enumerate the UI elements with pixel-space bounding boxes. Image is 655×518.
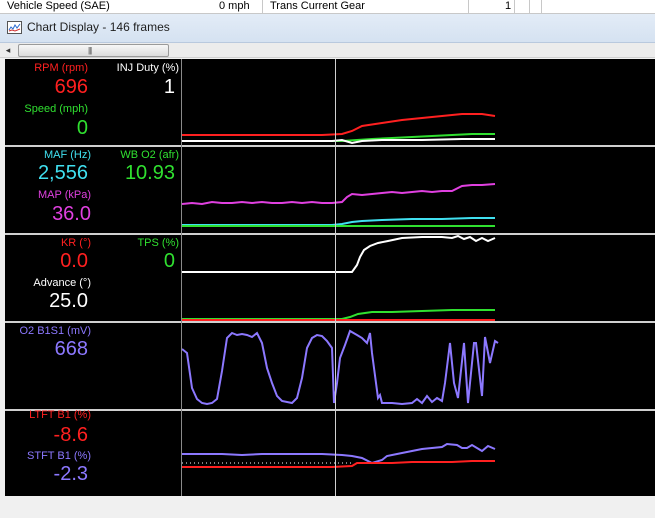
grid-cell-param-name: Vehicle Speed (SAE) <box>7 0 110 12</box>
chart-panel-kr[interactable]: KR (°) 0.0 TPS (%) 0 Advance (°) 25.0 <box>5 235 655 321</box>
panel-readouts: MAF (Hz) 2,556 WB O2 (afr) 10.93 MAP (kP… <box>5 147 182 233</box>
panel-readouts: O2 B1S1 (mV) 668 <box>5 323 182 409</box>
readout-value-wb-o2: 10.93 <box>124 162 175 184</box>
grid-divider <box>262 0 263 13</box>
title-separator: - <box>102 20 107 34</box>
grid-divider <box>468 0 469 13</box>
readout-value-map: 36.0 <box>52 203 91 225</box>
readout-label-stft-b1: STFT B1 (%) <box>27 450 91 462</box>
panel-readouts: KR (°) 0.0 TPS (%) 0 Advance (°) 25.0 <box>5 235 182 321</box>
grid-divider <box>541 0 542 13</box>
panel-plot[interactable] <box>182 235 655 321</box>
data-grid-row[interactable]: Vehicle Speed (SAE) 0 mph Trans Current … <box>0 0 655 14</box>
scroll-left-arrow-icon[interactable]: ◂ <box>0 43 16 57</box>
readout-value-rpm: 696 <box>54 76 88 98</box>
grid-cell-param-value: 1 <box>505 0 512 12</box>
readout-label-map: MAP (kPa) <box>38 189 91 201</box>
label-plot-divider <box>181 59 182 496</box>
trace-o2-b1s1 <box>182 329 499 406</box>
scroll-grip-icon: ||| <box>88 46 92 55</box>
chart-window-titlebar[interactable]: Chart Display - 146 frames <box>0 14 655 43</box>
readout-label-o2-b1s1: O2 B1S1 (mV) <box>19 325 91 337</box>
trace-ltft-b1 <box>182 460 495 468</box>
window-bottom-strip <box>0 496 655 518</box>
readout-value-kr: 0.0 <box>60 250 88 272</box>
readout-label-advance: Advance (°) <box>33 277 91 289</box>
horizontal-scrollbar[interactable]: ◂ ||| <box>0 43 655 58</box>
panel-plot[interactable] <box>182 59 655 145</box>
chart-panel-fuel-trim[interactable]: LTFT B1 (%) -8.6 STFT B1 (%) -2.3 <box>5 409 655 497</box>
readout-label-tps: TPS (%) <box>137 237 179 249</box>
panel-plot[interactable] <box>182 411 655 497</box>
window-title: Chart Display - 146 frames <box>27 20 170 34</box>
readout-label-speed: Speed (mph) <box>24 103 88 115</box>
readout-value-o2-b1s1: 668 <box>54 338 88 360</box>
chart-cursor-line[interactable] <box>335 59 336 496</box>
grid-cell-param-value: 0 mph <box>219 0 250 12</box>
panel-readouts: LTFT B1 (%) -8.6 STFT B1 (%) -2.3 <box>5 409 182 497</box>
scrollbar-thumb[interactable]: ||| <box>18 44 169 57</box>
trace-inj-duty <box>182 138 495 145</box>
chart-panel-maf[interactable]: MAF (Hz) 2,556 WB O2 (afr) 10.93 MAP (kP… <box>5 147 655 233</box>
trace-map <box>182 183 496 206</box>
readout-value-stft-b1: -2.3 <box>53 463 88 485</box>
grid-divider <box>529 0 530 13</box>
chart-icon <box>7 21 22 34</box>
frame-count: 146 frames <box>109 20 170 34</box>
readout-value-speed: 0 <box>76 117 88 139</box>
trace-maf <box>182 217 495 226</box>
panel-readouts: RPM (rpm) 696 INJ Duty (%) 1 Speed (mph)… <box>5 59 182 145</box>
readout-value-ltft-b1: -8.6 <box>53 424 88 446</box>
chart-panel-rpm[interactable]: RPM (rpm) 696 INJ Duty (%) 1 Speed (mph)… <box>5 59 655 145</box>
panel-plot[interactable] <box>182 323 655 409</box>
readout-label-maf: MAF (Hz) <box>43 149 91 161</box>
chart-panel-o2[interactable]: O2 B1S1 (mV) 668 <box>5 323 655 409</box>
readout-label-inj-duty: INJ Duty (%) <box>116 62 179 74</box>
readout-label-kr: KR (°) <box>60 237 91 249</box>
readout-value-maf: 2,556 <box>37 162 88 184</box>
grid-divider <box>514 0 515 13</box>
trace-stft-b1 <box>182 442 496 465</box>
window-title-name: Chart Display <box>27 20 100 34</box>
trace-rpm <box>182 113 496 136</box>
readout-value-inj-duty: 1 <box>163 76 175 98</box>
grid-cell-param-name: Trans Current Gear <box>270 0 365 12</box>
readout-label-rpm: RPM (rpm) <box>34 62 88 74</box>
readout-label-ltft-b1: LTFT B1 (%) <box>29 409 91 421</box>
readout-label-wb-o2: WB O2 (afr) <box>120 149 179 161</box>
panel-plot[interactable] <box>182 147 655 233</box>
trace-advance <box>182 235 496 273</box>
readout-value-advance: 25.0 <box>49 290 88 312</box>
trace-tps <box>182 309 495 320</box>
readout-value-tps: 0 <box>163 250 175 272</box>
chart-display[interactable]: RPM (rpm) 696 INJ Duty (%) 1 Speed (mph)… <box>5 59 655 496</box>
